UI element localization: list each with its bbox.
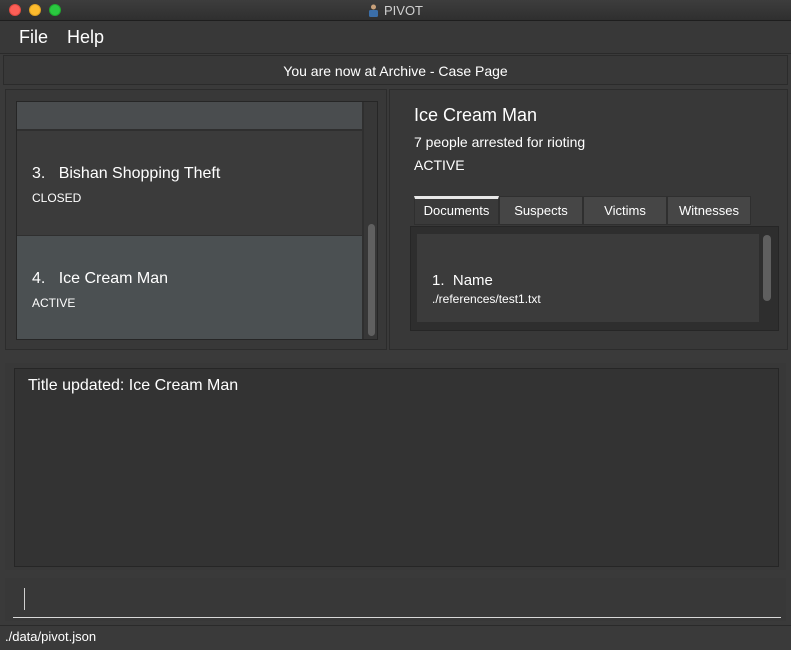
result-display: Title updated: Ice Cream Man: [14, 368, 779, 567]
case-card-title: 4. Ice Cream Man: [32, 270, 169, 287]
result-panel: Title updated: Ice Cream Man: [5, 363, 786, 570]
case-list-scrollbar[interactable]: [368, 224, 375, 336]
menu-file[interactable]: File: [19, 27, 48, 48]
case-list-panel: 3. Bishan Shopping Theft CLOSED 4. Ice C…: [5, 89, 387, 350]
case-title: Ice Cream Man: [414, 105, 538, 125]
result-message: Title updated: Ice Cream Man: [28, 377, 239, 394]
documents-scrollbar[interactable]: [763, 235, 771, 301]
case-card-status: CLOSED: [32, 191, 82, 205]
case-card-partial[interactable]: [17, 102, 362, 129]
case-card[interactable]: 3. Bishan Shopping Theft CLOSED: [17, 131, 362, 235]
pivot-app-icon: [368, 4, 378, 17]
document-card[interactable]: 1. Name ./references/test1.txt: [417, 234, 759, 322]
window-titlebar: PIVOT: [0, 0, 791, 21]
command-input[interactable]: [13, 582, 781, 618]
case-description: 7 people arrested for rioting: [414, 134, 586, 150]
text-caret: [24, 588, 25, 610]
document-name: 1. Name: [432, 272, 493, 289]
documents-list[interactable]: 1. Name ./references/test1.txt: [410, 226, 779, 331]
case-card-title: 3. Bishan Shopping Theft: [32, 165, 221, 182]
command-panel: [5, 578, 786, 621]
tab-victims[interactable]: Victims: [583, 196, 667, 225]
case-detail-panel: Ice Cream Man 7 people arrested for riot…: [389, 89, 788, 350]
tab-documents[interactable]: Documents: [414, 196, 499, 225]
case-list[interactable]: 3. Bishan Shopping Theft CLOSED 4. Ice C…: [16, 101, 378, 340]
tab-witnesses[interactable]: Witnesses: [667, 196, 751, 225]
window-title: PIVOT: [0, 3, 791, 18]
document-path: ./references/test1.txt: [432, 292, 541, 306]
tab-suspects[interactable]: Suspects: [499, 196, 583, 225]
page-location-text: You are now at Archive - Case Page: [283, 63, 508, 79]
page-location-bar: You are now at Archive - Case Page: [3, 55, 788, 85]
window-title-text: PIVOT: [383, 3, 423, 18]
case-card-status: ACTIVE: [32, 296, 76, 310]
menu-bar: File Help: [0, 21, 791, 54]
case-card-selected[interactable]: 4. Ice Cream Man ACTIVE: [17, 236, 362, 339]
case-status: ACTIVE: [414, 157, 465, 173]
menu-help[interactable]: Help: [67, 27, 104, 48]
save-location-path: ./data/pivot.json: [5, 629, 97, 644]
status-bar: ./data/pivot.json: [0, 625, 791, 650]
